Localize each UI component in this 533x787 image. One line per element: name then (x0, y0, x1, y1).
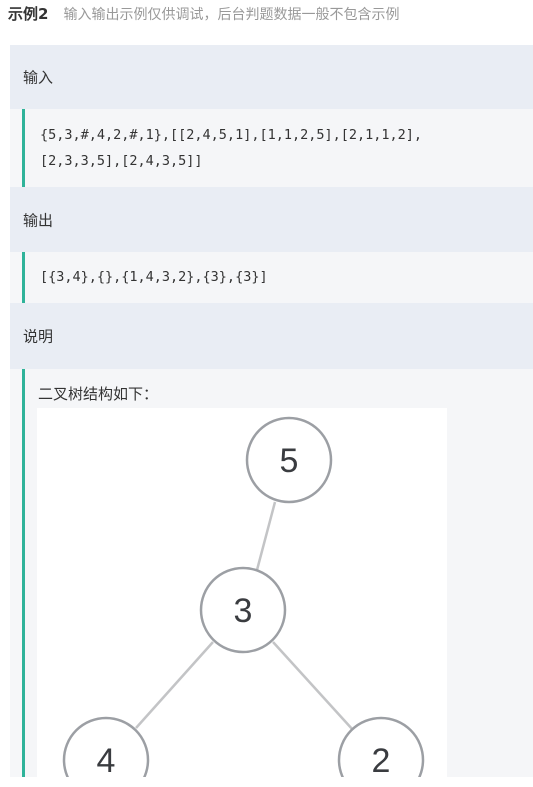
explanation-label-band: 说明 (10, 303, 533, 369)
input-code-box[interactable]: {5,3,#,4,2,#,1},[[2,4,5,1],[1,1,2,5],[2,… (22, 109, 533, 187)
example-note: 输入输出示例仅供调试，后台判题数据一般不包含示例 (63, 7, 400, 23)
binary-tree-diagram: 5 3 4 2 (37, 408, 447, 777)
input-label-band: 输入 (10, 45, 533, 109)
input-label: 输入 (23, 68, 54, 87)
output-label: 输出 (23, 211, 54, 229)
input-line-2: [2,3,3,5],[2,4,3,5]] (40, 153, 203, 169)
explanation-caption: 二叉树结构如下： (38, 385, 159, 403)
tree-node-4-label: 4 (97, 742, 116, 777)
input-line-1: {5,3,#,4,2,#,1},[[2,4,5,1],[1,1,2,5],[2,… (40, 127, 423, 143)
example-title: 示例2 (8, 5, 49, 23)
tree-node-2-label: 2 (372, 742, 391, 777)
tree-node-3-label: 3 (234, 592, 253, 630)
edge-5-3 (255, 501, 277, 571)
explanation-label: 说明 (23, 327, 54, 346)
output-label-band: 输出 (10, 187, 533, 252)
tree-svg: 5 3 4 2 (62, 416, 425, 777)
tree-node-5-label: 5 (280, 442, 299, 480)
example-header: 示例2 输入输出示例仅供调试，后台判题数据一般不包含示例 (8, 3, 400, 25)
output-code-box[interactable]: [{3,4},{},{1,4,3,2},{3},{3}] (22, 252, 533, 303)
edge-3-2 (272, 641, 354, 731)
output-value: [{3,4},{},{1,4,3,2},{3},{3}] (40, 269, 268, 285)
edge-3-4 (135, 641, 214, 729)
